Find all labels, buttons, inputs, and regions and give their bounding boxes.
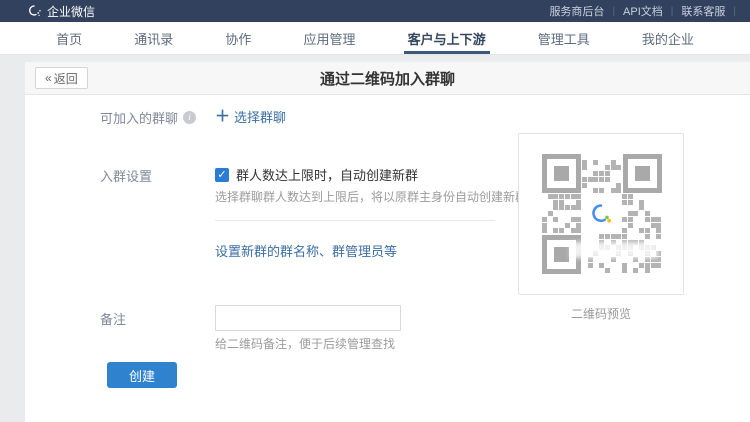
- back-chevrons-icon: «: [45, 71, 52, 85]
- page-header: « 返回 通过二维码加入群聊: [25, 62, 750, 95]
- form-area: 可加入的群聊 i ＋ 选择群聊 入群设置 ✓ 群人数达上限时，自动创建新群 选择…: [25, 95, 750, 422]
- nav-item-5[interactable]: 管理工具: [534, 22, 594, 54]
- plus-icon: ＋: [215, 109, 230, 124]
- remark-hint: 给二维码备注，便于后续管理查找: [215, 335, 395, 352]
- nav-item-6[interactable]: 我的企业: [638, 22, 698, 54]
- topbar-link[interactable]: API文档: [623, 3, 663, 19]
- remark-input[interactable]: [215, 305, 401, 331]
- topbar-link-separator: |: [733, 6, 736, 17]
- auto-create-checkbox-row[interactable]: ✓ 群人数达上限时，自动创建新群: [215, 165, 418, 184]
- join-settings-label-text: 入群设置: [100, 166, 152, 185]
- nav-item-4[interactable]: 客户与上下游: [404, 22, 490, 54]
- topbar-link[interactable]: 联系客服: [681, 3, 725, 19]
- topbar-link-separator: |: [612, 6, 615, 17]
- topbar-link-separator: |: [671, 6, 674, 17]
- qr-finder-icon: [542, 154, 581, 193]
- section-divider: [215, 220, 495, 221]
- remark-label-text: 备注: [100, 309, 126, 328]
- back-button-label: 返回: [54, 70, 78, 87]
- nav-item-0[interactable]: 首页: [52, 22, 86, 54]
- page-title: 通过二维码加入群聊: [25, 68, 750, 89]
- checkbox-checked-icon[interactable]: ✓: [215, 168, 229, 182]
- brand: 企业微信: [28, 3, 95, 20]
- joinable-group-label: 可加入的群聊 i: [100, 108, 196, 127]
- brand-name: 企业微信: [47, 3, 95, 20]
- content-panel: « 返回 通过二维码加入群聊 可加入的群聊 i ＋ 选择群聊 入群设置 ✓ 群人…: [25, 62, 750, 422]
- create-button[interactable]: 创建: [107, 362, 177, 388]
- info-icon[interactable]: i: [183, 111, 196, 124]
- qr-preview-card: [518, 133, 684, 295]
- wechat-work-logo-icon: [28, 4, 42, 18]
- select-group-link[interactable]: ＋ 选择群聊: [215, 107, 286, 126]
- qr-finder-icon: [623, 154, 662, 193]
- auto-create-label: 群人数达上限时，自动创建新群: [236, 165, 418, 184]
- nav-item-3[interactable]: 应用管理: [299, 22, 359, 54]
- topbar-links: 服务商后台 | API文档 | 联系客服 |: [549, 3, 744, 19]
- qr-code: [542, 154, 662, 274]
- primary-nav: 首页 通讯录 协作 应用管理 客户与上下游 管理工具 我的企业: [0, 22, 750, 55]
- topbar: 企业微信 服务商后台 | API文档 | 联系客服 |: [0, 0, 750, 22]
- join-settings-label: 入群设置: [100, 166, 152, 185]
- joinable-group-label-text: 可加入的群聊: [100, 108, 178, 127]
- qr-watermark-blur: [570, 242, 658, 258]
- auto-create-hint: 选择群聊群人数达到上限后，将以原群主身份自动创建新群: [215, 188, 527, 205]
- nav-item-1[interactable]: 通讯录: [130, 22, 177, 54]
- topbar-link[interactable]: 服务商后台: [549, 3, 604, 19]
- back-button[interactable]: « 返回: [35, 67, 88, 89]
- nav-item-2[interactable]: 协作: [221, 22, 255, 54]
- new-group-settings-link[interactable]: 设置新群的群名称、群管理员等: [215, 241, 397, 260]
- remark-label: 备注: [100, 309, 126, 328]
- select-group-link-text: 选择群聊: [234, 107, 286, 126]
- qr-caption: 二维码预览: [518, 305, 684, 322]
- wechat-work-qr-logo-icon: [584, 196, 620, 232]
